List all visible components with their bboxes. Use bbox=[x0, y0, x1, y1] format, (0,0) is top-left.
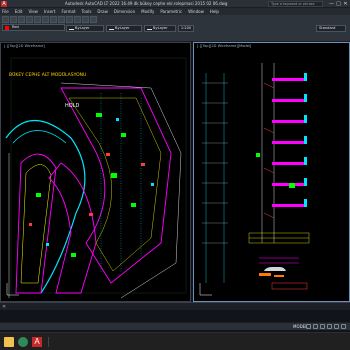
close-button[interactable]: ✕ bbox=[342, 0, 349, 8]
tool-row-top bbox=[2, 16, 97, 24]
command-line[interactable]: ✕ bbox=[0, 302, 350, 310]
maximize-button[interactable]: □ bbox=[335, 0, 342, 8]
menu-bar: File Edit View Insert Format Tools Draw … bbox=[0, 8, 350, 15]
annotation-scale-dropdown[interactable]: 1:200 bbox=[178, 25, 194, 32]
right-viewport[interactable]: [-][Top][2D Wireframe][Model] bbox=[193, 42, 350, 302]
hold-annotation: HOLD bbox=[65, 103, 79, 109]
menu-format[interactable]: Format bbox=[61, 8, 75, 15]
linetype-value: ByLayer bbox=[115, 26, 130, 30]
layer-dropdown[interactable]: Red bbox=[2, 24, 65, 31]
autocad-logo-icon[interactable]: A bbox=[1, 1, 7, 7]
car-symbol bbox=[264, 267, 286, 271]
menu-draw[interactable]: Draw bbox=[97, 8, 107, 15]
os-taskbar: A bbox=[0, 332, 350, 350]
autocad-taskbar-icon[interactable]: A bbox=[32, 337, 42, 347]
properties-icon[interactable] bbox=[66, 16, 73, 23]
block-icon[interactable] bbox=[90, 16, 97, 23]
lineweight-line-icon bbox=[147, 29, 152, 30]
print-icon[interactable] bbox=[26, 16, 33, 23]
menu-edit[interactable]: Edit bbox=[15, 8, 23, 15]
window-controls: — □ ✕ bbox=[328, 0, 349, 8]
browser-icon[interactable] bbox=[18, 337, 28, 347]
ucs-icon-right bbox=[199, 283, 212, 296]
facade-annotation: BÜKEY CEPHE ALT MODÜLASYONU bbox=[9, 71, 86, 78]
menu-tools[interactable]: Tools bbox=[82, 8, 92, 15]
layer-name: Red bbox=[12, 25, 19, 29]
color-value: ByLayer bbox=[75, 26, 90, 30]
grid-toggle-icon[interactable] bbox=[306, 324, 311, 329]
menu-window[interactable]: Window bbox=[188, 8, 204, 15]
command-close-icon[interactable]: ✕ bbox=[2, 303, 6, 311]
menu-modify[interactable]: Modify bbox=[141, 8, 154, 15]
menu-help[interactable]: Help bbox=[210, 8, 219, 15]
open-file-icon[interactable] bbox=[10, 16, 17, 23]
menu-file[interactable]: File bbox=[2, 8, 9, 15]
minimize-button[interactable]: — bbox=[328, 0, 335, 8]
linetype-line-icon bbox=[109, 29, 114, 30]
customize-icon[interactable] bbox=[341, 324, 346, 329]
color-line-icon bbox=[69, 29, 74, 30]
lineweight-value: ByLayer bbox=[153, 26, 168, 30]
window-title: Autodesk AutoCAD LT 2022 16.49 dk bükey … bbox=[65, 1, 228, 6]
left-viewport[interactable]: [-][Top][2D Wireframe] BÜKEY CEPHE ALT M… bbox=[0, 42, 191, 302]
status-toggles bbox=[306, 324, 346, 329]
file-explorer-icon[interactable] bbox=[4, 337, 14, 347]
menu-parametric[interactable]: Parametric bbox=[160, 8, 182, 15]
layer-color-swatch bbox=[5, 26, 9, 30]
menu-dimension[interactable]: Dimension bbox=[114, 8, 135, 15]
menu-view[interactable]: View bbox=[28, 8, 38, 15]
matchprop-icon[interactable] bbox=[82, 16, 89, 23]
search-input[interactable]: Type a keyword or phrase bbox=[268, 1, 323, 7]
text-style-dropdown[interactable]: Standard bbox=[316, 25, 346, 32]
left-drawing-canvas[interactable]: BÜKEY CEPHE ALT MODÜLASYONU HOLD bbox=[1, 43, 192, 303]
polar-toggle-icon[interactable] bbox=[327, 324, 332, 329]
ortho-toggle-icon[interactable] bbox=[320, 324, 325, 329]
layers-icon[interactable] bbox=[74, 16, 81, 23]
save-icon[interactable] bbox=[18, 16, 25, 23]
osnap-toggle-icon[interactable] bbox=[334, 324, 339, 329]
undo-icon[interactable] bbox=[34, 16, 41, 23]
pan-icon[interactable] bbox=[50, 16, 57, 23]
linetype-dropdown[interactable]: ByLayer bbox=[106, 25, 142, 32]
redo-icon[interactable] bbox=[42, 16, 49, 23]
taskbar-separator bbox=[48, 337, 49, 347]
status-bar: MODEL bbox=[0, 322, 350, 330]
snap-toggle-icon[interactable] bbox=[313, 324, 318, 329]
color-dropdown[interactable]: ByLayer bbox=[66, 25, 104, 32]
title-bar: A Autodesk AutoCAD LT 2022 16.49 dk büke… bbox=[0, 0, 350, 8]
zoom-icon[interactable] bbox=[58, 16, 65, 23]
lineweight-dropdown[interactable]: ByLayer bbox=[144, 25, 176, 32]
menu-insert[interactable]: Insert bbox=[44, 8, 55, 15]
right-drawing-canvas[interactable] bbox=[194, 43, 350, 303]
new-file-icon[interactable] bbox=[2, 16, 9, 23]
